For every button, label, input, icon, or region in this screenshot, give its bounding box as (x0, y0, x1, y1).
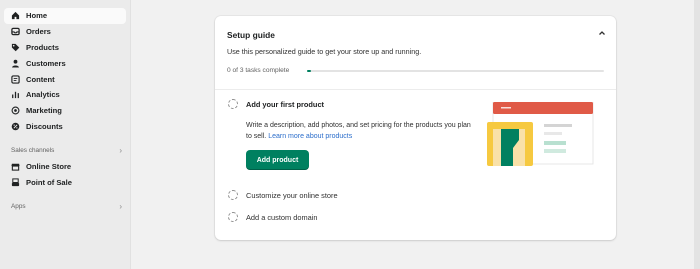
sidebar-item-label: Content (26, 74, 55, 84)
sales-channels-heading: Sales channels (11, 146, 55, 154)
bar-chart-icon (11, 90, 20, 99)
sidebar: Home Orders Products Customers Content A… (0, 0, 131, 269)
sidebar-item-home[interactable]: Home (4, 8, 126, 24)
learn-more-link[interactable]: Learn more about products (268, 133, 352, 140)
progress-bar-fill (307, 70, 311, 72)
sidebar-item-products[interactable]: Products (4, 40, 126, 56)
setup-guide-subtitle: Use this personalized guide to get your … (227, 47, 422, 56)
divider (215, 89, 616, 90)
add-product-button[interactable]: Add product (246, 150, 309, 170)
sidebar-item-orders[interactable]: Orders (4, 24, 126, 40)
sidebar-item-customers[interactable]: Customers (4, 55, 126, 71)
apps-heading: Apps (11, 203, 26, 211)
task-title-add-product[interactable]: Add your first product (246, 100, 324, 109)
sidebar-item-label: Products (26, 42, 59, 52)
sidebar-item-label: Point of Sale (26, 177, 72, 187)
sidebar-item-label: Home (26, 11, 48, 21)
person-icon (11, 59, 20, 68)
progress-bar (307, 70, 604, 72)
home-icon (11, 11, 20, 20)
content-icon (11, 74, 20, 84)
product-illustration (487, 102, 594, 166)
sidebar-item-label: Orders (26, 27, 51, 37)
discount-icon (11, 122, 20, 131)
sidebar-item-analytics[interactable]: Analytics (4, 87, 126, 103)
sidebar-item-point-of-sale[interactable]: Point of Sale (4, 174, 126, 190)
task-status-circle[interactable] (228, 99, 238, 109)
sidebar-item-label: Customers (26, 58, 66, 68)
task-title-custom-domain[interactable]: Add a custom domain (246, 213, 317, 222)
sidebar-item-marketing[interactable]: Marketing (4, 103, 126, 119)
sidebar-item-label: Analytics (26, 90, 60, 100)
sidebar-item-discounts[interactable]: Discounts (4, 119, 126, 135)
storefront-icon (11, 162, 20, 171)
sidebar-item-online-store[interactable]: Online Store (4, 158, 126, 174)
task-status-circle[interactable] (228, 212, 238, 222)
task-description: Write a description, add photos, and set… (246, 120, 474, 142)
sales-channels-header[interactable]: Sales channels › (11, 143, 122, 157)
sidebar-item-content[interactable]: Content (4, 71, 126, 87)
chevron-up-icon[interactable] (597, 28, 607, 38)
chevron-right-icon: › (119, 145, 122, 155)
tag-icon (11, 43, 20, 52)
sidebar-item-label: Online Store (26, 161, 72, 171)
progress-text: 0 of 3 tasks complete (227, 67, 290, 74)
sidebar-item-label: Discounts (26, 121, 63, 131)
setup-guide-card: Setup guide Use this personalized guide … (215, 16, 616, 240)
pos-icon (11, 177, 20, 187)
chevron-right-icon: › (119, 202, 122, 212)
sidebar-item-label: Marketing (26, 106, 62, 116)
task-title-customize-store[interactable]: Customize your online store (246, 191, 338, 200)
apps-header[interactable]: Apps › (11, 200, 122, 214)
setup-guide-title: Setup guide (227, 30, 275, 40)
orders-icon (11, 27, 20, 36)
scrollbar[interactable] (694, 0, 700, 269)
target-icon (11, 106, 20, 115)
task-status-circle[interactable] (228, 190, 238, 200)
